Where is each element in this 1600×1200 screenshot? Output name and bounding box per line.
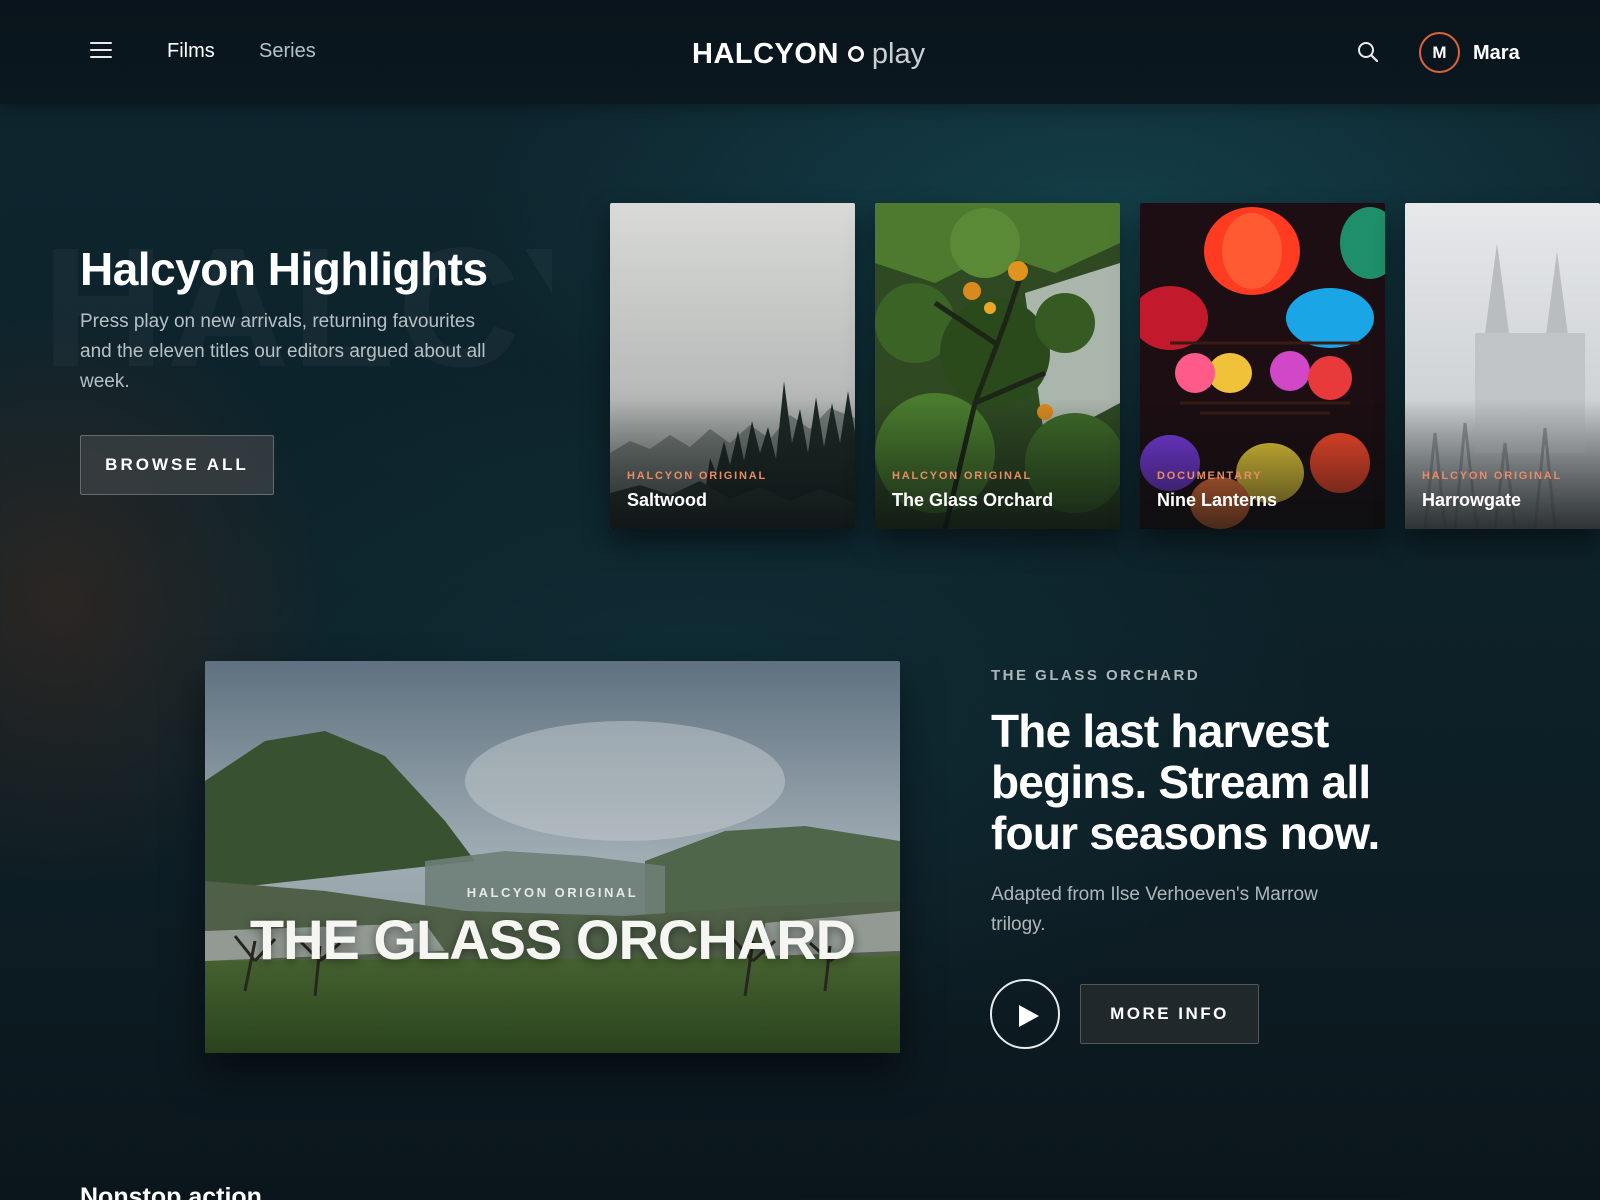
highlights-description: Press play on new arrivals, returning fa… (80, 311, 486, 392)
featured-overlay-tag: HALCYON ORIGINAL (466, 885, 639, 900)
featured-description: Adapted from Ilse Verhoeven's Marrow tri… (991, 884, 1318, 935)
title-card-the-glass-orchard[interactable]: HALCYON ORIGINAL The Glass Orchard (875, 203, 1120, 529)
card-title: Saltwood (627, 490, 707, 510)
search-icon[interactable] (1356, 40, 1380, 64)
user-name[interactable]: Mara (1473, 42, 1520, 65)
menu-icon[interactable] (90, 40, 114, 60)
card-title: The Glass Orchard (892, 490, 1054, 510)
play-icon (1019, 1005, 1039, 1027)
title-card-saltwood[interactable]: HALCYON ORIGINAL Saltwood (610, 203, 855, 529)
user-avatar[interactable]: M (1419, 32, 1460, 73)
card-tag: HALCYON ORIGINAL (1422, 470, 1563, 482)
more-info-button[interactable]: MORE INFO (1080, 984, 1259, 1044)
halcyon-play-logo[interactable]: HALCYON play (692, 34, 925, 74)
logo-ring-icon (847, 46, 864, 62)
top-navigation-bar: Films Series HALCYON play M Mara (0, 0, 1600, 104)
logo-suffix: play (871, 37, 926, 70)
highlights-title: Halcyon Highlights (80, 243, 488, 295)
featured-kicker: THE GLASS ORCHARD (991, 667, 1201, 684)
card-tag: HALCYON ORIGINAL (627, 470, 768, 482)
glass-orchard-landscape-image (205, 661, 900, 1053)
featured-title-artwork[interactable]: HALCYON ORIGINAL THE GLASS ORCHARD (205, 661, 900, 1053)
nav-series-link[interactable]: Series (259, 40, 316, 63)
logo-word: HALCYON (692, 37, 839, 70)
title-card-harrowgate[interactable]: HALCYON ORIGINAL Harrowgate (1405, 203, 1600, 529)
card-tag: DOCUMENTARY (1157, 470, 1263, 482)
section-title-nonstop-action: Nonstop action (80, 1183, 262, 1200)
featured-headline: The last harvest begins. Stream all four… (991, 705, 1380, 859)
card-tag: HALCYON ORIGINAL (892, 470, 1033, 482)
card-title: Harrowgate (1422, 490, 1522, 510)
featured-overlay-title: THE GLASS ORCHARD (249, 908, 856, 971)
card-title: Nine Lanterns (1157, 490, 1278, 510)
nav-films-link[interactable]: Films (167, 40, 215, 63)
browse-all-button[interactable]: BROWSE ALL (80, 435, 274, 495)
title-card-nine-lanterns[interactable]: DOCUMENTARY Nine Lanterns (1140, 203, 1385, 529)
play-button[interactable] (990, 979, 1060, 1049)
